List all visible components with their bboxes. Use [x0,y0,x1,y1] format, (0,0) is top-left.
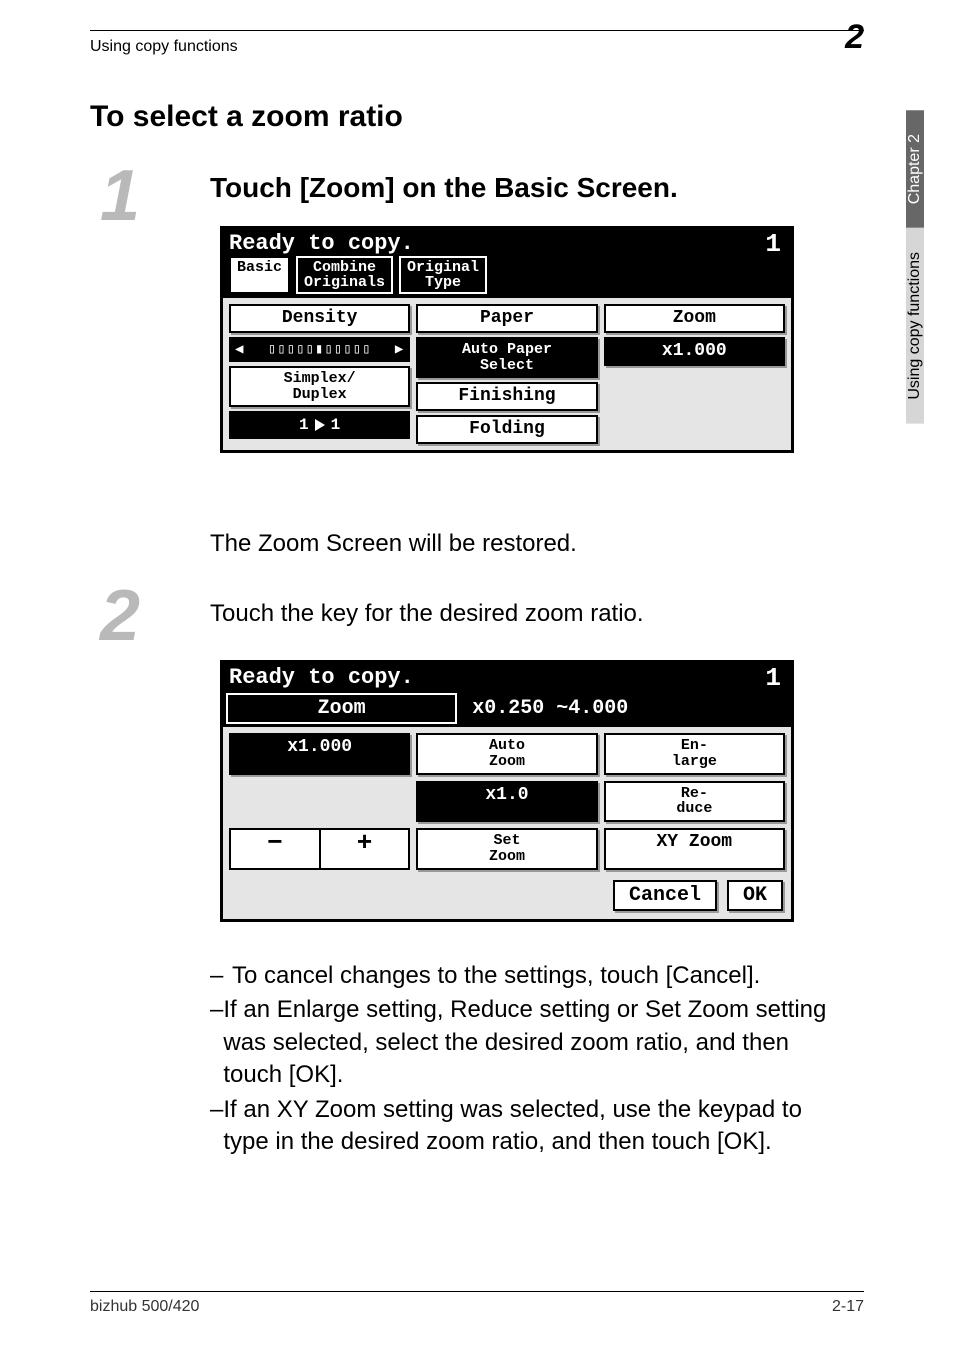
side-tab-chapter: Chapter 2 [906,110,924,228]
section-title: To select a zoom ratio [90,100,403,134]
bullet-dash: – [210,1094,223,1159]
auto-zoom-button[interactable]: Auto Zoom [416,733,597,775]
basic-screen-grid: Density ◀ ▯▯▯▯▯▮▯▯▯▯▯ ▶ Simplex/ Duplex … [223,298,791,450]
zoom-screen-header: Zoom x0.250 ~4.000 [223,690,791,727]
tab-original-type[interactable]: Original Type [399,256,487,294]
tab-combine-line2: Originals [304,275,385,290]
zoom-range: x0.250 ~4.000 [460,690,791,727]
zoom-ready-label: Ready to copy. [229,665,414,690]
enlarge-button[interactable]: En- large [604,733,785,775]
simplex-duplex-button[interactable]: Simplex/ Duplex [229,366,410,408]
tab-combine-originals[interactable]: Combine Originals [296,256,393,294]
zoom-title: Zoom [226,693,457,724]
set-zoom-button[interactable]: Set Zoom [416,828,597,870]
basic-screen: Ready to copy. 1 Basic Combine Originals… [220,226,794,453]
finishing-button[interactable]: Finishing [416,382,597,411]
zoom-stepper[interactable]: − + [229,828,410,870]
ok-button[interactable]: OK [727,880,783,911]
ready-label: Ready to copy. [229,231,414,256]
restored-text: The Zoom Screen will be restored. [210,530,577,558]
tab-original-line2: Type [407,275,479,290]
tab-original-line1: Original [407,260,479,275]
zoom-ratio-display[interactable]: x1.000 [604,337,785,366]
one-to-one-right: 1 [331,416,341,434]
tab-basic[interactable]: Basic [229,256,290,294]
auto-zoom-line2: Zoom [489,753,525,770]
density-scale: ▯▯▯▯▯▮▯▯▯▯▯ [268,341,372,358]
footer-left: bizhub 500/420 [90,1298,199,1316]
auto-paper-select-button[interactable]: Auto Paper Select [416,337,597,379]
zoom-screen: Ready to copy. 1 Zoom x0.250 ~4.000 x1.0… [220,660,794,922]
one-to-one-button[interactable]: 1 1 [229,411,410,439]
paper-button[interactable]: Paper [416,304,597,333]
header-left: Using copy functions [90,38,238,56]
auto-paper-line2: Select [480,357,534,374]
footer: bizhub 500/420 2-17 [90,1291,864,1316]
zoom-copy-count: 1 [765,663,781,693]
zoom-ok-row: Cancel OK [223,876,791,919]
copy-count: 1 [765,229,781,259]
bullet-2: If an Enlarge setting, Reduce setting or… [223,994,834,1091]
zoom-screen-grid: x1.000 Auto Zoom En- large . x1.0 Re- du… [223,727,791,876]
zoom-x1000-button[interactable]: x1.000 [229,733,410,775]
reduce-button[interactable]: Re- duce [604,781,785,823]
bullet-list: –To cancel changes to the settings, touc… [210,960,834,1160]
header-badge: 2 [845,18,864,57]
xy-zoom-button[interactable]: XY Zoom [604,828,785,870]
enlarge-line2: large [672,753,717,770]
density-right-icon: ▶ [395,341,404,358]
enlarge-line1: En- [681,737,708,754]
basic-screen-tabs: Basic Combine Originals Original Type [223,256,791,298]
bullet-1: To cancel changes to the settings, touch… [232,960,760,992]
bullet-3: If an XY Zoom setting was selected, use … [223,1094,834,1159]
zoom-screen-status-bar: Ready to copy. 1 [223,663,791,690]
step-2-text: Touch the key for the desired zoom ratio… [210,600,644,628]
density-button[interactable]: Density [229,304,410,333]
header-rule [90,30,864,31]
cancel-button[interactable]: Cancel [613,880,717,911]
zoom-x1-button[interactable]: x1.0 [416,781,597,823]
step-2-number: 2 [100,580,140,652]
auto-paper-line1: Auto Paper [462,341,552,358]
zoom-plus-button[interactable]: + [320,828,411,870]
simplex-line2: Duplex [293,386,347,403]
density-left-icon: ◀ [235,341,244,358]
basic-screen-status-bar: Ready to copy. 1 [223,229,791,256]
set-zoom-line1: Set [493,832,520,849]
side-tab: Chapter 2 Using copy functions [906,110,954,424]
side-tab-label: Using copy functions [906,228,924,424]
step-1-number: 1 [100,160,140,232]
step-1-text: Touch [Zoom] on the Basic Screen. [210,172,678,204]
folding-button[interactable]: Folding [416,415,597,444]
simplex-line1: Simplex/ [284,370,356,387]
zoom-minus-button[interactable]: − [229,828,320,870]
arrow-right-icon [315,419,325,431]
zoom-button[interactable]: Zoom [604,304,785,333]
tab-combine-line1: Combine [304,260,385,275]
one-to-one-left: 1 [299,416,309,434]
set-zoom-line2: Zoom [489,848,525,865]
reduce-line2: duce [676,800,712,817]
footer-right: 2-17 [832,1298,864,1316]
bullet-dash: – [210,994,223,1091]
auto-zoom-line1: Auto [489,737,525,754]
density-indicator[interactable]: ◀ ▯▯▯▯▯▮▯▯▯▯▯ ▶ [229,337,410,362]
reduce-line1: Re- [681,785,708,802]
bullet-dash: – [210,960,232,992]
